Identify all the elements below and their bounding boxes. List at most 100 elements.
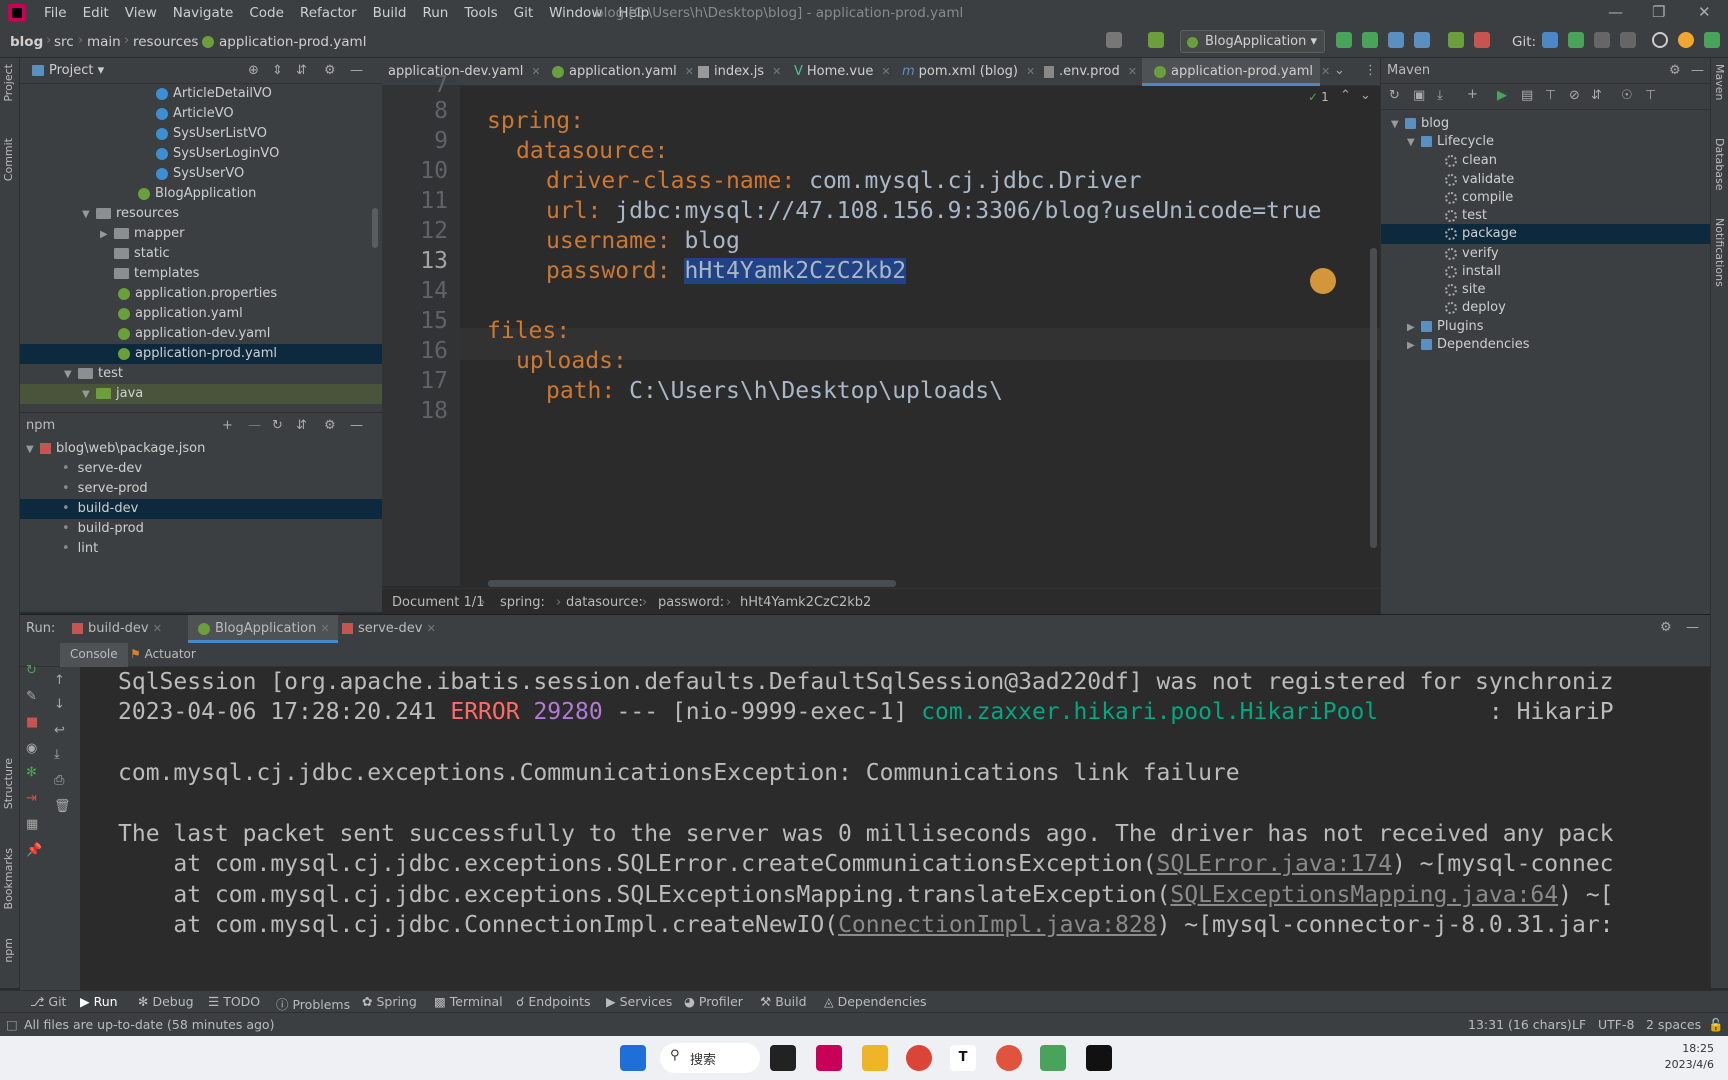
tool-profiler[interactable]: ◕ Profiler (684, 994, 743, 1009)
tab-console[interactable]: Console (60, 643, 128, 667)
npm-tool-tab[interactable]: npm (2, 938, 15, 963)
maven-add-icon[interactable]: + (1467, 87, 1478, 102)
task-view-icon[interactable] (770, 1045, 796, 1071)
crumb-main[interactable]: main (87, 34, 121, 50)
tool-debug[interactable]: ✻ Debug (138, 994, 194, 1009)
git-commit-icon[interactable] (1568, 32, 1584, 48)
typora-icon[interactable]: T (950, 1045, 976, 1071)
npm-script-serve-prod[interactable]: • serve-prod (62, 479, 148, 499)
run-hide-icon[interactable]: — (1686, 620, 1699, 635)
editor-vertical-scrollbar[interactable] (1370, 248, 1377, 548)
breadcrumb-spring[interactable]: spring: (500, 595, 545, 610)
npm-hide-icon[interactable]: — (350, 418, 363, 433)
code-line-16[interactable]: uploads: (516, 346, 627, 376)
maven-goal-package[interactable]: package (1381, 224, 1711, 244)
add-icon[interactable]: + (222, 418, 233, 433)
tool-spring[interactable]: ✿ Spring (362, 994, 417, 1009)
tree-item-mapper[interactable]: ▶ mapper (100, 224, 184, 244)
crumb-project[interactable]: blog (10, 34, 43, 50)
crumb-src[interactable]: src (54, 34, 74, 50)
menu-code[interactable]: Code (241, 5, 292, 21)
hide-panel-icon[interactable]: — (350, 63, 363, 78)
stop-run-icon[interactable]: ■ (26, 715, 38, 730)
menu-navigate[interactable]: Navigate (165, 5, 242, 21)
tree-item-templates[interactable]: templates (114, 264, 199, 284)
document-indicator[interactable]: Document 1/1 (392, 595, 484, 610)
tree-item-application-prod-yaml[interactable]: application-prod.yaml (20, 344, 382, 364)
database-tool-tab[interactable]: Database (1713, 138, 1726, 191)
profile-icon[interactable] (1414, 32, 1430, 48)
caret-position[interactable]: 13:31 (16 chars) (1468, 1017, 1572, 1032)
modify-config-icon[interactable]: ✎ (26, 689, 37, 704)
code-line-13[interactable]: password: hHt4Yamk2CzC2kb2 (546, 256, 907, 286)
project-tool-tab[interactable]: Project (2, 64, 15, 102)
maven-goal-validate[interactable]: validate (1445, 170, 1514, 190)
maven-collapse-icon[interactable]: ⇵ (1591, 88, 1602, 103)
maven-hide-icon[interactable]: — (1691, 58, 1704, 84)
taskbar-search[interactable]: ⚲ 搜索 (660, 1043, 760, 1073)
code-line-17[interactable]: path: C:\Users\h\Desktop\uploads\ (546, 376, 1003, 406)
run-tab-blogapplication[interactable]: BlogApplication ✕ (188, 615, 338, 643)
maven-plugins[interactable]: ▶ Plugins (1407, 317, 1484, 337)
crumb-resources[interactable]: resources (133, 34, 198, 50)
run-settings-gear-icon[interactable]: ⚙ (1660, 620, 1672, 635)
stack-trace-link[interactable]: SQLError.java:174 (1157, 851, 1392, 877)
exit-icon[interactable]: ⇥ (26, 791, 37, 806)
code-line-8[interactable]: spring: (487, 106, 584, 136)
npm-script-serve-dev[interactable]: • serve-dev (62, 459, 142, 479)
collapse-all-icon[interactable]: ⇵ (296, 63, 307, 78)
close-window-icon[interactable]: ✕ (1698, 3, 1711, 21)
chevron-down-icon[interactable]: ▼ (64, 365, 74, 385)
project-panel-title[interactable]: Project (49, 63, 93, 78)
selected-password-text[interactable]: hHt4Yamk2CzC2kb2 (684, 258, 907, 284)
maven-goal-clean[interactable]: clean (1445, 151, 1497, 171)
menu-run[interactable]: Run (414, 5, 456, 21)
line-separator[interactable]: LF (1572, 1017, 1586, 1032)
restore-icon[interactable]: ❐ (1652, 3, 1665, 21)
breadcrumb-password[interactable]: password: (658, 595, 724, 610)
tree-item-sysuserlistvo[interactable]: SysUserListVO (156, 124, 267, 144)
tool-build[interactable]: ⚒ Build (760, 994, 807, 1009)
rerun-icon[interactable]: ↻ (26, 663, 37, 678)
build-hammer-icon[interactable] (1148, 32, 1164, 48)
tool-problems[interactable]: ⓘ Problems (276, 994, 350, 1013)
debug-icon[interactable] (1362, 32, 1378, 48)
code-line-10[interactable]: driver-class-name: com.mysql.cj.jdbc.Dri… (546, 166, 1141, 196)
notifications-tool-tab[interactable]: Notifications (1713, 218, 1726, 287)
ide-update-icon[interactable] (1678, 32, 1694, 48)
print-icon[interactable]: ⎙ (54, 773, 64, 788)
tab-env-prod[interactable]: .env.prod ✕ (1032, 58, 1137, 86)
maven-lifecycle[interactable]: ▼ Lifecycle (1407, 132, 1494, 152)
tool-endpoints[interactable]: ☌ Endpoints (516, 994, 591, 1009)
expand-all-icon[interactable]: ⇕ (272, 63, 283, 78)
toggle-offline-icon[interactable]: ⊤ (1545, 88, 1556, 103)
reload-icon[interactable]: ↻ (1389, 88, 1400, 103)
chevron-right-icon[interactable]: ▶ (1407, 336, 1417, 356)
skip-tests-icon[interactable]: ⊘ (1569, 88, 1580, 103)
generate-sources-icon[interactable]: ▣ (1413, 88, 1425, 103)
tool-git[interactable]: ⎇ Git (30, 994, 66, 1009)
maven-settings-gear-icon[interactable]: ⚙ (1669, 58, 1681, 84)
lock-icon[interactable]: 🔓 (1708, 1017, 1724, 1033)
breadcrumb-value[interactable]: hHt4Yamk2CzC2kb2 (740, 595, 871, 610)
file-encoding[interactable]: UTF-8 (1598, 1017, 1634, 1032)
run-maven-icon[interactable]: ▶ (1497, 88, 1507, 103)
git-rollback-icon[interactable] (1620, 32, 1636, 48)
attach-icon[interactable] (1448, 32, 1464, 48)
indent-setting[interactable]: 2 spaces (1646, 1017, 1701, 1032)
chevron-down-icon[interactable]: ▼ (82, 205, 92, 225)
menu-file[interactable]: File (36, 5, 75, 21)
user-icon[interactable] (1106, 32, 1122, 48)
tabs-dropdown-icon[interactable]: ⌄ (1334, 63, 1345, 78)
close-tab-icon[interactable]: ✕ (321, 622, 330, 635)
tab-application-prod-yaml[interactable]: application-prod.yaml ✕ (1142, 58, 1330, 86)
status-message[interactable]: All files are up-to-date (58 minutes ago… (24, 1017, 274, 1032)
tabs-menu-icon[interactable]: ⋮ (1364, 63, 1377, 78)
npm-script-lint[interactable]: • lint (62, 539, 98, 559)
close-tab-icon[interactable]: ✕ (427, 622, 436, 635)
stack-trace-link[interactable]: ConnectionImpl.java:828 (838, 912, 1157, 938)
collapse-icon[interactable]: ⇵ (296, 418, 307, 433)
show-dependencies-icon[interactable]: ☉ (1621, 88, 1633, 103)
bookmarks-tool-tab[interactable]: Bookmarks (2, 848, 15, 909)
tree-item-java[interactable]: ▼ java (20, 384, 382, 404)
